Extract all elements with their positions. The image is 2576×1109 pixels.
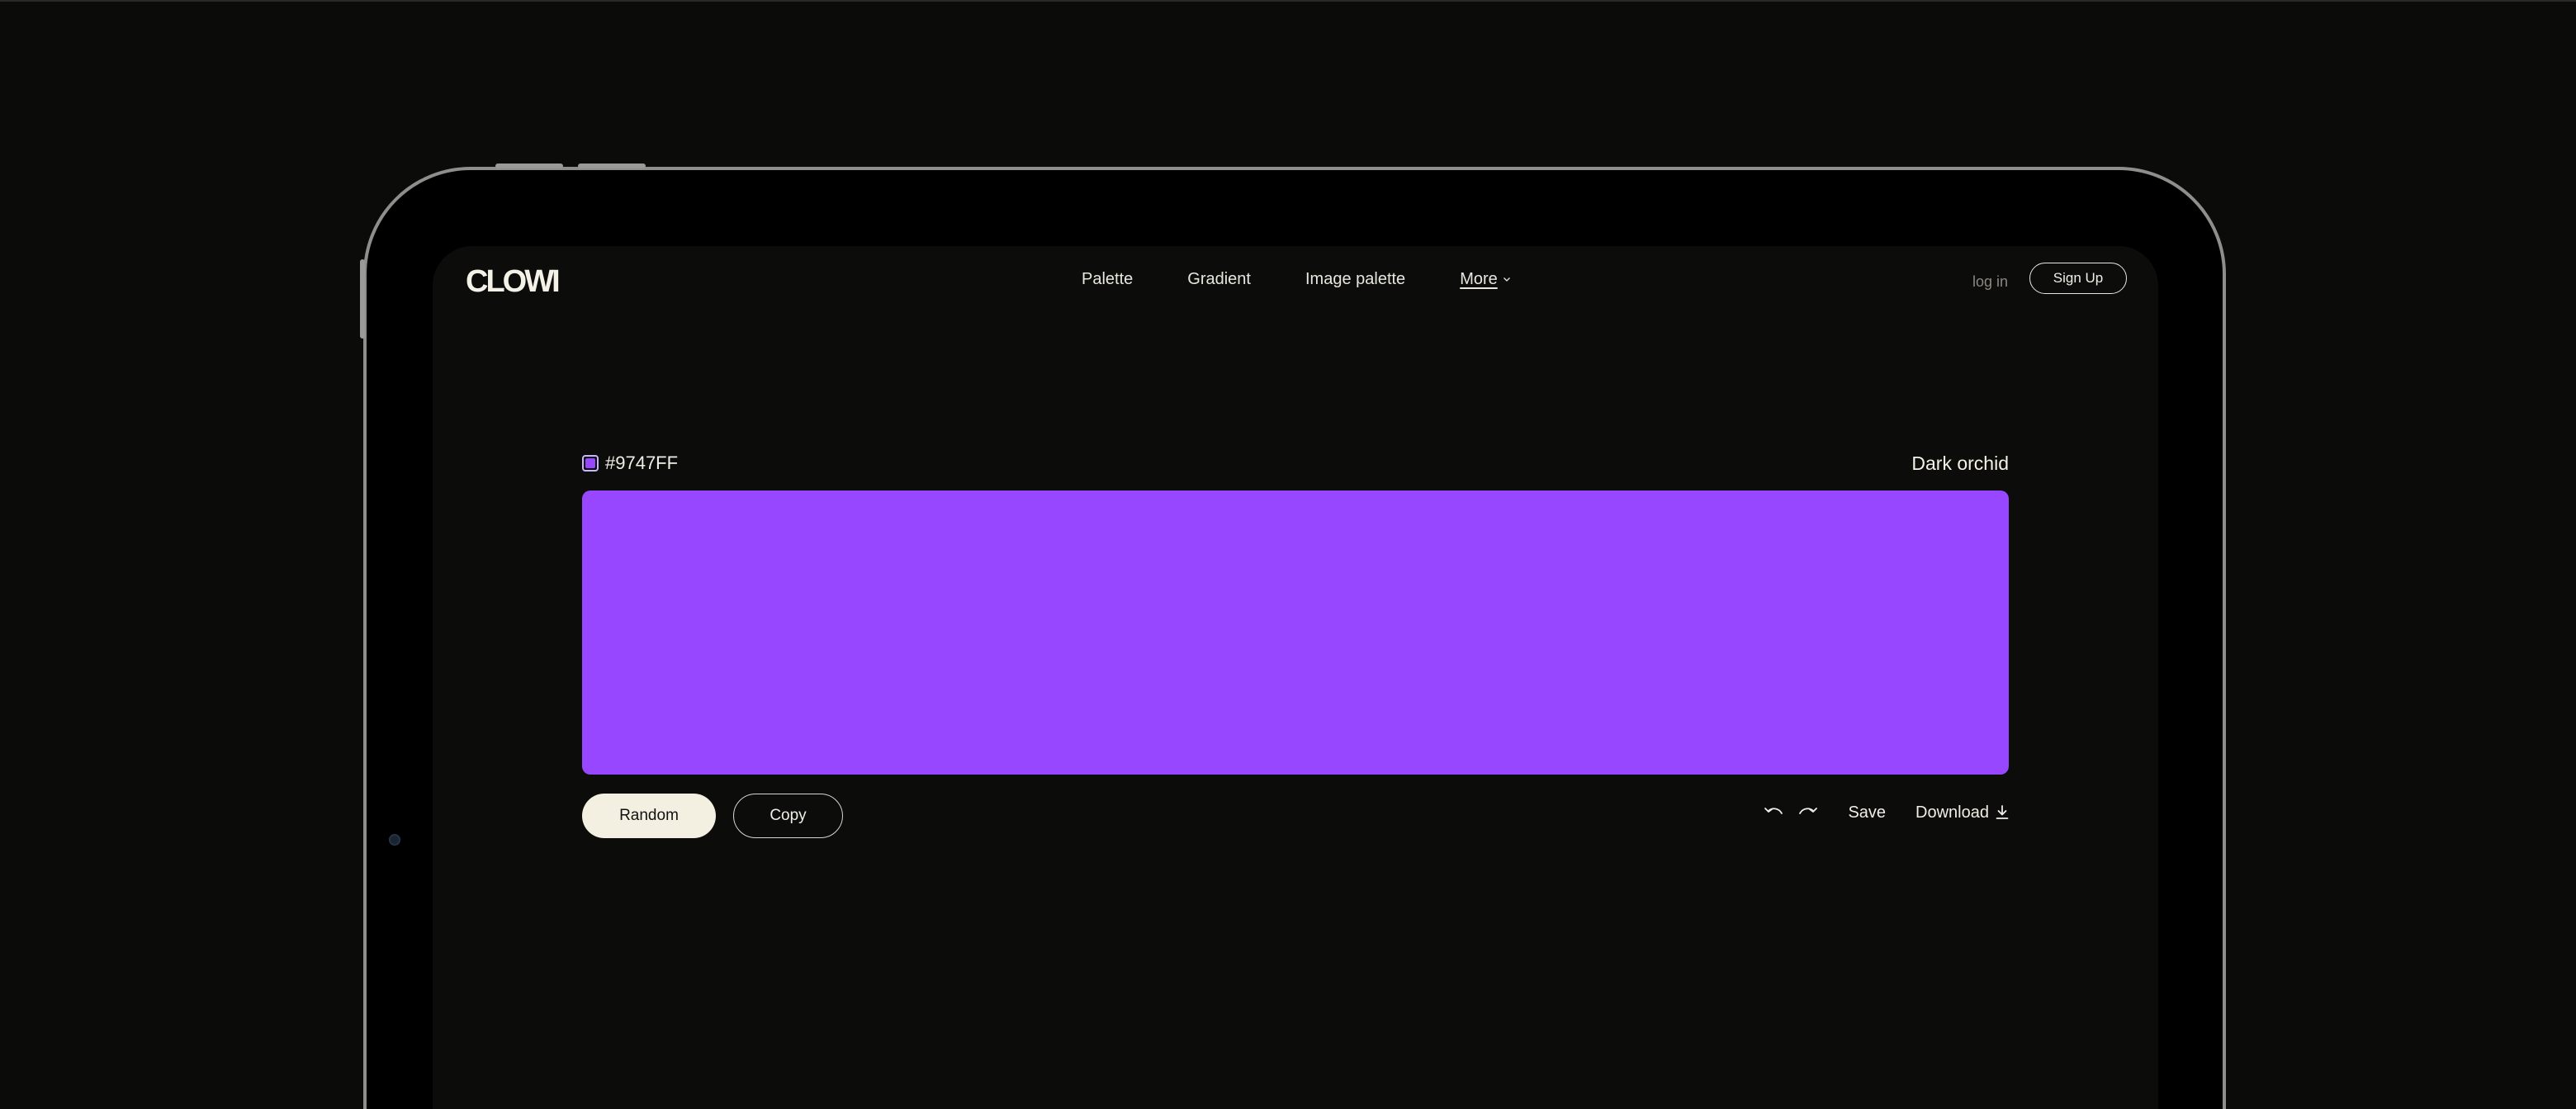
device-top-button-1	[495, 164, 563, 168]
color-preview	[582, 491, 2009, 775]
login-link[interactable]: log in	[1972, 274, 2008, 289]
device-top-button-2	[578, 164, 646, 168]
redo-icon[interactable]	[1797, 804, 1818, 821]
nav-item-more[interactable]: More	[1460, 271, 1511, 287]
save-button[interactable]: Save	[1848, 804, 1886, 821]
main-nav: Palette Gradient Image palette More	[1082, 271, 1511, 287]
color-swatch-icon[interactable]	[582, 455, 599, 472]
nav-item-gradient[interactable]: Gradient	[1187, 271, 1251, 287]
signup-button[interactable]: Sign Up	[2029, 263, 2127, 294]
history-controls	[1764, 804, 1818, 821]
nav-item-palette[interactable]: Palette	[1082, 271, 1133, 287]
color-name: Dark orchid	[1911, 453, 2009, 474]
camera-dot	[389, 834, 400, 846]
download-button[interactable]: Download	[1915, 804, 2009, 821]
page-background: CLOWI Palette Gradient Image palette Mor…	[0, 0, 2576, 1109]
hex-display: #9747FF	[582, 454, 678, 472]
chevron-down-icon	[1503, 277, 1510, 282]
brand-logo[interactable]: CLOWI	[466, 266, 561, 297]
app-screen: CLOWI Palette Gradient Image palette Mor…	[433, 246, 2158, 1109]
random-button[interactable]: Random	[582, 794, 716, 838]
download-icon	[1996, 805, 2009, 819]
hex-code[interactable]: #9747FF	[605, 454, 678, 472]
action-toolbar: Save Download	[1764, 804, 2009, 821]
download-label: Download	[1915, 803, 1989, 822]
nav-item-image-palette[interactable]: Image palette	[1305, 271, 1405, 287]
device-side-button	[360, 259, 365, 339]
copy-button[interactable]: Copy	[733, 794, 843, 838]
color-swatch-fill	[585, 458, 595, 468]
nav-more-label: More	[1460, 270, 1498, 288]
undo-icon[interactable]	[1764, 804, 1785, 821]
